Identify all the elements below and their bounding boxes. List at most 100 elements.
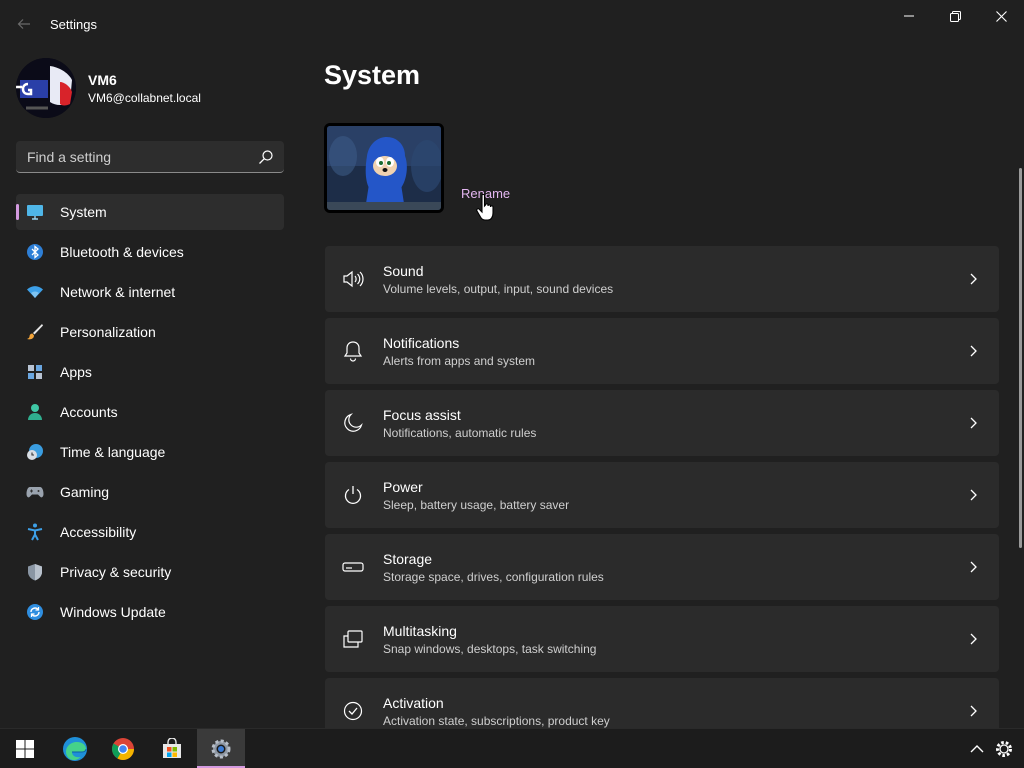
sidebar-item-label: Gaming	[60, 484, 110, 500]
chevron-right-icon	[970, 705, 977, 717]
arrow-left-icon	[17, 19, 30, 29]
chrome-icon	[112, 738, 134, 760]
close-icon	[995, 10, 1007, 22]
card-activation[interactable]: Activation Activation state, subscriptio…	[325, 678, 999, 730]
gamepad-icon	[26, 483, 44, 501]
sidebar: VM6 VM6@collabnet.local System Bluetooth…	[0, 48, 300, 730]
chevron-right-icon	[970, 561, 977, 573]
brush-icon	[26, 323, 44, 341]
card-title: Multitasking	[383, 623, 457, 639]
monitor-icon	[26, 203, 44, 221]
chevron-right-icon	[970, 417, 977, 429]
settings-gear-icon	[211, 739, 231, 759]
card-subtitle: Storage space, drives, configuration rul…	[383, 570, 604, 584]
sidebar-nav: System Bluetooth & devices Network & int…	[16, 194, 284, 634]
search-input[interactable]	[16, 141, 256, 172]
sidebar-item-network[interactable]: Network & internet	[16, 274, 284, 310]
sidebar-item-privacy-security[interactable]: Privacy & security	[16, 554, 284, 590]
taskbar-edge[interactable]	[51, 729, 99, 768]
sidebar-item-gaming[interactable]: Gaming	[16, 474, 284, 510]
sidebar-item-label: Network & internet	[60, 284, 176, 300]
windows-start-icon	[16, 740, 34, 758]
avatar[interactable]	[16, 58, 76, 118]
restore-icon	[949, 10, 961, 22]
multitask-icon	[341, 627, 365, 651]
card-title: Storage	[383, 551, 433, 567]
sidebar-item-apps[interactable]: Apps	[16, 354, 284, 390]
search-icon[interactable]	[258, 149, 274, 165]
check-circle-icon	[341, 699, 365, 723]
drive-icon	[341, 555, 365, 579]
card-power[interactable]: Power Sleep, battery usage, battery save…	[325, 462, 999, 528]
search-box	[16, 141, 284, 173]
card-multitasking[interactable]: Multitasking Snap windows, desktops, tas…	[325, 606, 999, 672]
sidebar-item-windows-update[interactable]: Windows Update	[16, 594, 284, 630]
back-button[interactable]	[12, 12, 36, 36]
start-button[interactable]	[1, 729, 49, 768]
bell-icon	[341, 339, 365, 363]
taskbar-store[interactable]	[148, 729, 196, 768]
sidebar-item-label: System	[60, 204, 107, 220]
minimize-button[interactable]	[886, 0, 932, 32]
sidebar-item-label: Personalization	[60, 324, 156, 340]
wifi-icon	[26, 283, 44, 301]
main-content: System Rename Sound Volume levels, outpu…	[300, 48, 1024, 730]
chevron-right-icon	[970, 345, 977, 357]
wallpaper-image	[327, 126, 441, 210]
power-icon	[341, 483, 365, 507]
desktop-thumbnail	[324, 123, 444, 213]
user-avatar-logo-icon	[16, 58, 76, 118]
card-subtitle: Volume levels, output, input, sound devi…	[383, 282, 614, 296]
sidebar-item-system[interactable]: System	[16, 194, 284, 230]
sidebar-item-personalization[interactable]: Personalization	[16, 314, 284, 350]
accessibility-icon	[26, 523, 44, 541]
chevron-up-icon[interactable]	[968, 740, 986, 758]
scrollbar[interactable]	[1019, 168, 1022, 548]
card-subtitle: Activation state, subscriptions, product…	[383, 714, 610, 728]
chevron-right-icon	[970, 273, 977, 285]
card-focus-assist[interactable]: Focus assist Notifications, automatic ru…	[325, 390, 999, 456]
sidebar-item-label: Accounts	[60, 404, 118, 420]
app-title: Settings	[50, 17, 97, 32]
card-storage[interactable]: Storage Storage space, drives, configura…	[325, 534, 999, 600]
chevron-right-icon	[970, 633, 977, 645]
sidebar-item-label: Bluetooth & devices	[60, 244, 184, 260]
settings-list: Sound Volume levels, output, input, soun…	[325, 246, 999, 730]
hand-cursor-icon	[476, 193, 494, 221]
user-email: VM6@collabnet.local	[88, 91, 201, 105]
sidebar-item-label: Accessibility	[60, 524, 137, 540]
page-title: System	[324, 60, 421, 90]
clock-globe-icon	[26, 443, 44, 461]
apps-icon	[26, 363, 44, 381]
speaker-icon	[341, 267, 365, 291]
card-subtitle: Sleep, battery usage, battery saver	[383, 498, 570, 512]
card-sound[interactable]: Sound Volume levels, output, input, soun…	[325, 246, 999, 312]
minimize-icon	[904, 15, 914, 17]
card-title: Notifications	[383, 335, 460, 351]
card-title: Power	[383, 479, 423, 495]
taskbar-settings[interactable]	[197, 729, 245, 768]
card-title: Sound	[383, 263, 424, 279]
close-button[interactable]	[978, 0, 1024, 32]
restore-button[interactable]	[932, 0, 978, 32]
user-name: VM6	[88, 72, 117, 88]
sidebar-item-label: Windows Update	[60, 604, 166, 620]
sidebar-item-bluetooth[interactable]: Bluetooth & devices	[16, 234, 284, 270]
card-title: Focus assist	[383, 407, 461, 423]
taskbar-chrome[interactable]	[99, 729, 147, 768]
chevron-right-icon	[970, 489, 977, 501]
card-subtitle: Alerts from apps and system	[383, 354, 536, 368]
shield-icon	[26, 563, 44, 581]
taskbar	[0, 728, 1024, 768]
update-icon	[26, 603, 44, 621]
person-icon	[26, 403, 44, 421]
gear-icon[interactable]	[994, 739, 1014, 759]
sidebar-item-label: Privacy & security	[60, 564, 172, 580]
card-title: Activation	[383, 695, 444, 711]
sidebar-item-label: Time & language	[60, 444, 166, 460]
sidebar-item-accessibility[interactable]: Accessibility	[16, 514, 284, 550]
sidebar-item-accounts[interactable]: Accounts	[16, 394, 284, 430]
sidebar-item-time-language[interactable]: Time & language	[16, 434, 284, 470]
store-icon	[163, 738, 181, 758]
card-notifications[interactable]: Notifications Alerts from apps and syste…	[325, 318, 999, 384]
